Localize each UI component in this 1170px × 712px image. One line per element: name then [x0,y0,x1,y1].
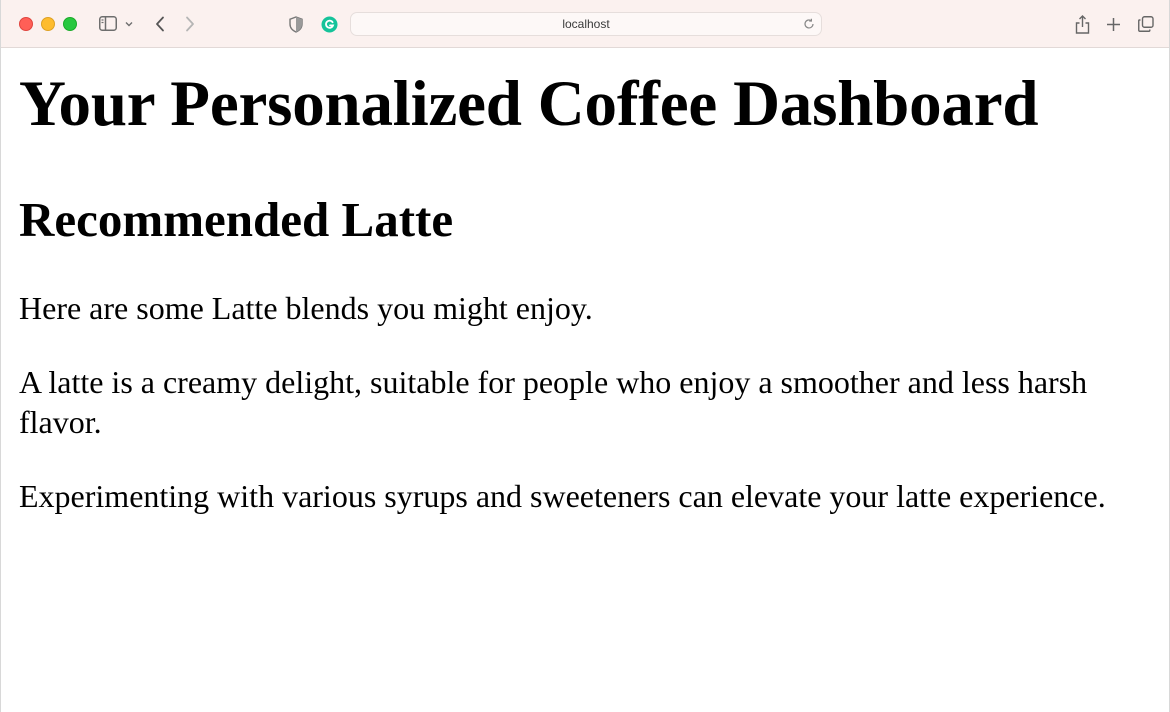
intro-paragraph: Here are some Latte blends you might enj… [19,290,593,326]
tabs-icon [1138,16,1154,32]
chevron-down-icon [125,21,133,26]
share-button[interactable] [1072,13,1092,35]
page-content: Your Personalized Coffee Dashboard Recom… [1,48,1169,516]
browser-window: localhost Your Personalized Coffee Dashb… [0,0,1170,712]
section-heading: Recommended Latte [19,192,454,247]
shield-icon [289,15,303,33]
back-button[interactable] [149,13,171,35]
forward-arrow-icon [186,16,194,31]
sidebar-menu-button[interactable] [123,13,135,35]
url-text: localhost [562,17,610,31]
window-controls [19,16,77,31]
grammarly-icon [321,16,337,32]
grammarly-extension-button[interactable] [320,15,338,33]
tip-paragraph: Experimenting with various syrups and sw… [19,478,1106,514]
description-paragraph: A latte is a creamy delight, suitable fo… [19,364,1088,440]
sidebar-icon [99,16,117,31]
reload-button[interactable] [801,16,817,32]
close-window-button[interactable] [19,16,33,31]
address-bar[interactable]: localhost [350,12,822,36]
back-arrow-icon [156,16,164,31]
browser-toolbar: localhost [1,0,1169,48]
privacy-report-button[interactable] [287,14,305,34]
share-icon [1075,14,1089,34]
tab-overview-button[interactable] [1136,13,1156,35]
new-tab-button[interactable] [1103,13,1123,35]
reload-icon [804,18,814,29]
maximize-window-button[interactable] [63,16,77,31]
forward-button[interactable] [179,13,201,35]
plus-icon [1106,17,1120,31]
page-title: Your Personalized Coffee Dashboard [19,68,1039,140]
sidebar-toggle-button[interactable] [97,13,119,35]
minimize-window-button[interactable] [41,16,55,31]
